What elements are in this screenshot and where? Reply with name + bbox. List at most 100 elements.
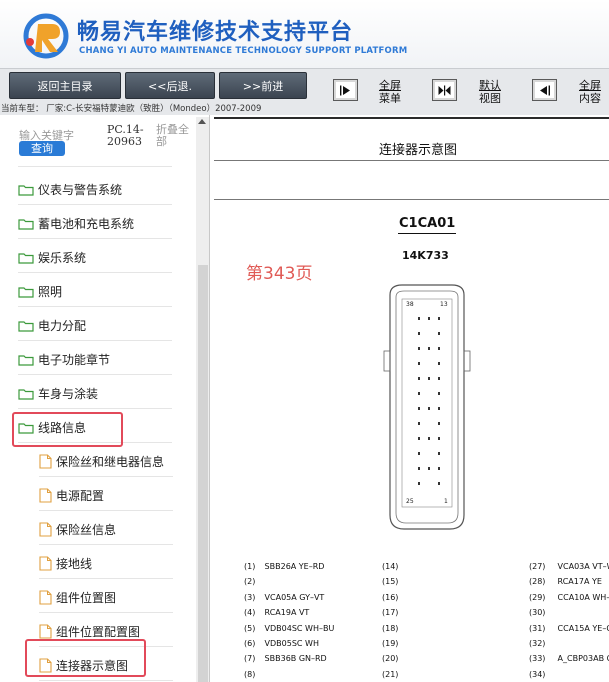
pin-wire: A_CBP03AB G (557, 654, 609, 664)
sidebar: 输入关键字 查询 PC.14-20963 折叠全部 仪表与警告系统 蓄电池和充电系… (0, 115, 210, 682)
sidebar-item-label: 仪表与警告系统 (38, 183, 123, 197)
pin-number: (18) (382, 623, 399, 633)
pin-dot (418, 467, 420, 470)
pin-row: (8) (244, 667, 334, 682)
pin-dot (438, 422, 440, 425)
pin-dot (418, 392, 420, 395)
pin-dot (418, 407, 420, 410)
pin-number: (1) (244, 562, 256, 571)
pin-number: (29) (529, 592, 546, 602)
pin-label-bottom-left: 25 (406, 498, 414, 505)
pin-number: (3) (244, 592, 256, 602)
pin-dot (418, 377, 420, 380)
sidebar-folder-item[interactable]: 车身与涂装 (18, 379, 172, 409)
pin-dot (438, 407, 440, 410)
sidebar-item-label: 车身与涂装 (38, 387, 99, 401)
pin-row: (4) RCA19A VT (244, 605, 334, 620)
pin-dot (438, 347, 440, 350)
pin-row: (1) SBB26A YE–RD (244, 559, 334, 574)
default-view-label[interactable]: 默认 视图 (476, 79, 504, 105)
pin-dot (418, 317, 420, 320)
pin-row: (6) VDB05SC WH (244, 636, 334, 651)
pin-dot (418, 362, 420, 365)
pin-row: (16) (382, 590, 400, 605)
fullscreen-content-button[interactable] (532, 79, 557, 101)
arrow-left-icon (540, 85, 550, 95)
pin-dot (438, 452, 440, 455)
pin-row: (27) VCA03A VT–W (529, 559, 609, 574)
divider (214, 199, 609, 200)
pin-number: (33) (529, 654, 546, 664)
search-input[interactable]: 输入关键字 (19, 127, 85, 141)
sidebar-child-item[interactable]: 保险丝和继电器信息 (39, 447, 173, 477)
pin-dot (438, 362, 440, 365)
pin-number: (7) (244, 654, 256, 664)
fullscreen-menu-label[interactable]: 全屏 菜单 (376, 79, 404, 105)
pin-number: (15) (382, 577, 399, 587)
sidebar-item-label: 娱乐系统 (38, 251, 87, 265)
toolbar: 返回主目录 <<后退. >>前进 全屏 菜单 默认 视图 全屏 内容 (0, 68, 609, 105)
scroll-thumb[interactable] (198, 265, 208, 682)
connector-inner-outline (395, 290, 459, 524)
brand-title: 畅易汽车维修技术支持平台 (77, 20, 354, 45)
folder-icon (18, 218, 34, 230)
folder-icon (18, 286, 34, 298)
pin-row: (3) VCA05A GY–VT (244, 590, 334, 605)
sidebar-child-item[interactable]: 电源配置 (39, 481, 173, 511)
sidebar-item-label: 接地线 (56, 557, 93, 571)
pin-dot (438, 317, 440, 320)
sidebar-folder-item[interactable]: 照明 (18, 277, 172, 307)
sidebar-item-label: 保险丝信息 (56, 523, 117, 537)
folder-icon (18, 354, 34, 366)
back-home-button[interactable]: 返回主目录 (9, 72, 121, 99)
pin-row: (5) VDB04SC WH–BU (244, 621, 334, 636)
divider (18, 166, 172, 167)
sidebar-child-item[interactable]: 接地线 (39, 549, 173, 579)
pin-wire: RCA17A YE (557, 577, 602, 587)
pin-row: (14) (382, 559, 400, 574)
pin-dot (418, 482, 420, 485)
sidebar-folder-item[interactable]: 电力分配 (18, 311, 172, 341)
pin-number: (30) (529, 608, 546, 618)
fullscreen-content-label[interactable]: 全屏 内容 (576, 79, 604, 105)
pin-column-2: (14) (15) (16) (17) (18) (19) (20) (21) (382, 559, 400, 682)
pin-wire: RCA19A VT (264, 608, 310, 618)
folder-icon (18, 320, 34, 332)
pin-wire: VCA03A VT–W (557, 562, 609, 571)
header: 畅易汽车维修技术支持平台 CHANG YI AUTO MAINTENANCE T… (0, 0, 609, 68)
sidebar-item-label: 照明 (38, 285, 63, 299)
pin-dot (418, 422, 420, 425)
pin-number: (34) (529, 669, 546, 679)
sidebar-folder-item[interactable]: 娱乐系统 (18, 243, 172, 273)
scroll-up-arrow-icon[interactable] (198, 119, 206, 124)
pin-number: (28) (529, 577, 546, 587)
app-window: 畅易汽车维修技术支持平台 CHANG YI AUTO MAINTENANCE T… (0, 0, 609, 682)
sidebar-child-item[interactable]: 保险丝信息 (39, 515, 173, 545)
pin-wire: VDB05SC WH (264, 638, 319, 648)
fullscreen-menu-button[interactable] (333, 79, 358, 101)
pin-row: (17) (382, 605, 400, 620)
pin-row: (15) (382, 574, 400, 589)
pin-wire: SBB26A YE–RD (264, 562, 325, 571)
pin-dot (438, 377, 440, 380)
highlight-box (25, 639, 146, 677)
pin-row: (33) A_CBP03AB G (529, 651, 609, 666)
pin-dots (418, 317, 440, 485)
pin-row: (34) (529, 667, 609, 682)
search-button[interactable]: 查询 (19, 141, 65, 156)
collapse-all-link[interactable]: 折叠全部 (156, 124, 192, 148)
sidebar-item-label: 组件位置图 (56, 591, 117, 605)
pin-row: (20) (382, 651, 400, 666)
sidebar-folder-item[interactable]: 仪表与警告系统 (18, 175, 172, 205)
prev-button[interactable]: <<后退. (125, 72, 215, 99)
sidebar-folder-item[interactable]: 电子功能章节 (18, 345, 172, 375)
pin-number: (14) (382, 562, 399, 571)
sidebar-child-item[interactable]: 组件位置图 (39, 583, 173, 613)
pin-column-1: (1) SBB26A YE–RD (2) (3) VCA05A GY–VT (4) … (244, 559, 334, 682)
sidebar-folder-item[interactable]: 蓄电池和充电系统 (18, 209, 172, 239)
page-number-tag: 第343页 (246, 264, 313, 284)
next-button[interactable]: >>前进 (219, 72, 307, 99)
default-view-button[interactable] (432, 79, 457, 101)
pin-dot (418, 452, 420, 455)
pin-number: (6) (244, 638, 256, 648)
